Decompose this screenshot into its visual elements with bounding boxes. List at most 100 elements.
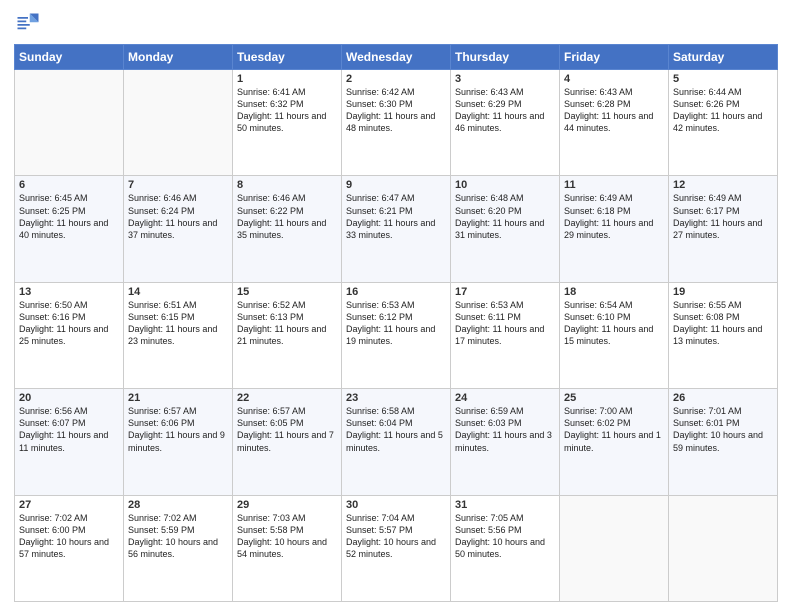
calendar-cell: 3Sunrise: 6:43 AM Sunset: 6:29 PM Daylig…: [451, 70, 560, 176]
cell-content: Sunrise: 6:48 AM Sunset: 6:20 PM Dayligh…: [455, 192, 555, 241]
cell-content: Sunrise: 6:46 AM Sunset: 6:22 PM Dayligh…: [237, 192, 337, 241]
calendar-cell: [669, 495, 778, 601]
day-number: 9: [346, 179, 446, 191]
calendar-cell: 23Sunrise: 6:58 AM Sunset: 6:04 PM Dayli…: [342, 389, 451, 495]
cell-content: Sunrise: 7:03 AM Sunset: 5:58 PM Dayligh…: [237, 512, 337, 561]
day-number: 7: [128, 179, 228, 191]
day-number: 28: [128, 499, 228, 511]
day-number: 12: [673, 179, 773, 191]
calendar-cell: 29Sunrise: 7:03 AM Sunset: 5:58 PM Dayli…: [233, 495, 342, 601]
week-row-4: 20Sunrise: 6:56 AM Sunset: 6:07 PM Dayli…: [15, 389, 778, 495]
calendar-cell: 22Sunrise: 6:57 AM Sunset: 6:05 PM Dayli…: [233, 389, 342, 495]
week-row-1: 1Sunrise: 6:41 AM Sunset: 6:32 PM Daylig…: [15, 70, 778, 176]
calendar-cell: 18Sunrise: 6:54 AM Sunset: 6:10 PM Dayli…: [560, 282, 669, 388]
day-number: 2: [346, 73, 446, 85]
calendar-table: SundayMondayTuesdayWednesdayThursdayFrid…: [14, 44, 778, 602]
day-number: 6: [19, 179, 119, 191]
day-number: 19: [673, 286, 773, 298]
calendar-cell: 4Sunrise: 6:43 AM Sunset: 6:28 PM Daylig…: [560, 70, 669, 176]
calendar-cell: 7Sunrise: 6:46 AM Sunset: 6:24 PM Daylig…: [124, 176, 233, 282]
day-number: 27: [19, 499, 119, 511]
day-number: 25: [564, 392, 664, 404]
calendar-body: 1Sunrise: 6:41 AM Sunset: 6:32 PM Daylig…: [15, 70, 778, 602]
cell-content: Sunrise: 6:54 AM Sunset: 6:10 PM Dayligh…: [564, 299, 664, 348]
day-number: 23: [346, 392, 446, 404]
day-number: 31: [455, 499, 555, 511]
header-cell-tuesday: Tuesday: [233, 45, 342, 70]
day-number: 26: [673, 392, 773, 404]
logo: [14, 10, 45, 38]
header-cell-saturday: Saturday: [669, 45, 778, 70]
cell-content: Sunrise: 6:49 AM Sunset: 6:17 PM Dayligh…: [673, 192, 773, 241]
cell-content: Sunrise: 6:53 AM Sunset: 6:12 PM Dayligh…: [346, 299, 446, 348]
week-row-2: 6Sunrise: 6:45 AM Sunset: 6:25 PM Daylig…: [15, 176, 778, 282]
day-number: 14: [128, 286, 228, 298]
calendar-cell: 24Sunrise: 6:59 AM Sunset: 6:03 PM Dayli…: [451, 389, 560, 495]
header-cell-wednesday: Wednesday: [342, 45, 451, 70]
calendar-cell: 15Sunrise: 6:52 AM Sunset: 6:13 PM Dayli…: [233, 282, 342, 388]
calendar-cell: 1Sunrise: 6:41 AM Sunset: 6:32 PM Daylig…: [233, 70, 342, 176]
calendar-cell: 13Sunrise: 6:50 AM Sunset: 6:16 PM Dayli…: [15, 282, 124, 388]
header-row: SundayMondayTuesdayWednesdayThursdayFrid…: [15, 45, 778, 70]
day-number: 10: [455, 179, 555, 191]
calendar-cell: 21Sunrise: 6:57 AM Sunset: 6:06 PM Dayli…: [124, 389, 233, 495]
day-number: 4: [564, 73, 664, 85]
cell-content: Sunrise: 6:47 AM Sunset: 6:21 PM Dayligh…: [346, 192, 446, 241]
day-number: 21: [128, 392, 228, 404]
calendar-cell: 26Sunrise: 7:01 AM Sunset: 6:01 PM Dayli…: [669, 389, 778, 495]
cell-content: Sunrise: 6:41 AM Sunset: 6:32 PM Dayligh…: [237, 86, 337, 135]
calendar-header: SundayMondayTuesdayWednesdayThursdayFrid…: [15, 45, 778, 70]
day-number: 15: [237, 286, 337, 298]
cell-content: Sunrise: 7:05 AM Sunset: 5:56 PM Dayligh…: [455, 512, 555, 561]
cell-content: Sunrise: 6:42 AM Sunset: 6:30 PM Dayligh…: [346, 86, 446, 135]
calendar-cell: 6Sunrise: 6:45 AM Sunset: 6:25 PM Daylig…: [15, 176, 124, 282]
cell-content: Sunrise: 6:53 AM Sunset: 6:11 PM Dayligh…: [455, 299, 555, 348]
day-number: 18: [564, 286, 664, 298]
calendar-cell: 30Sunrise: 7:04 AM Sunset: 5:57 PM Dayli…: [342, 495, 451, 601]
cell-content: Sunrise: 6:58 AM Sunset: 6:04 PM Dayligh…: [346, 405, 446, 454]
day-number: 17: [455, 286, 555, 298]
calendar-cell: 14Sunrise: 6:51 AM Sunset: 6:15 PM Dayli…: [124, 282, 233, 388]
header-cell-friday: Friday: [560, 45, 669, 70]
cell-content: Sunrise: 6:57 AM Sunset: 6:06 PM Dayligh…: [128, 405, 228, 454]
calendar-cell: 12Sunrise: 6:49 AM Sunset: 6:17 PM Dayli…: [669, 176, 778, 282]
calendar-cell: 10Sunrise: 6:48 AM Sunset: 6:20 PM Dayli…: [451, 176, 560, 282]
calendar-cell: 19Sunrise: 6:55 AM Sunset: 6:08 PM Dayli…: [669, 282, 778, 388]
cell-content: Sunrise: 7:00 AM Sunset: 6:02 PM Dayligh…: [564, 405, 664, 454]
calendar-cell: [124, 70, 233, 176]
day-number: 13: [19, 286, 119, 298]
calendar-cell: 31Sunrise: 7:05 AM Sunset: 5:56 PM Dayli…: [451, 495, 560, 601]
day-number: 30: [346, 499, 446, 511]
cell-content: Sunrise: 7:02 AM Sunset: 5:59 PM Dayligh…: [128, 512, 228, 561]
header-cell-monday: Monday: [124, 45, 233, 70]
day-number: 24: [455, 392, 555, 404]
header-cell-thursday: Thursday: [451, 45, 560, 70]
calendar-cell: 16Sunrise: 6:53 AM Sunset: 6:12 PM Dayli…: [342, 282, 451, 388]
cell-content: Sunrise: 7:02 AM Sunset: 6:00 PM Dayligh…: [19, 512, 119, 561]
cell-content: Sunrise: 6:43 AM Sunset: 6:29 PM Dayligh…: [455, 86, 555, 135]
calendar-cell: 20Sunrise: 6:56 AM Sunset: 6:07 PM Dayli…: [15, 389, 124, 495]
cell-content: Sunrise: 6:52 AM Sunset: 6:13 PM Dayligh…: [237, 299, 337, 348]
week-row-5: 27Sunrise: 7:02 AM Sunset: 6:00 PM Dayli…: [15, 495, 778, 601]
calendar-cell: 9Sunrise: 6:47 AM Sunset: 6:21 PM Daylig…: [342, 176, 451, 282]
cell-content: Sunrise: 6:55 AM Sunset: 6:08 PM Dayligh…: [673, 299, 773, 348]
cell-content: Sunrise: 6:56 AM Sunset: 6:07 PM Dayligh…: [19, 405, 119, 454]
cell-content: Sunrise: 6:49 AM Sunset: 6:18 PM Dayligh…: [564, 192, 664, 241]
cell-content: Sunrise: 6:50 AM Sunset: 6:16 PM Dayligh…: [19, 299, 119, 348]
day-number: 11: [564, 179, 664, 191]
calendar-cell: 17Sunrise: 6:53 AM Sunset: 6:11 PM Dayli…: [451, 282, 560, 388]
calendar-cell: [15, 70, 124, 176]
calendar-cell: 8Sunrise: 6:46 AM Sunset: 6:22 PM Daylig…: [233, 176, 342, 282]
calendar-cell: 27Sunrise: 7:02 AM Sunset: 6:00 PM Dayli…: [15, 495, 124, 601]
calendar-cell: 5Sunrise: 6:44 AM Sunset: 6:26 PM Daylig…: [669, 70, 778, 176]
cell-content: Sunrise: 7:04 AM Sunset: 5:57 PM Dayligh…: [346, 512, 446, 561]
calendar-cell: 11Sunrise: 6:49 AM Sunset: 6:18 PM Dayli…: [560, 176, 669, 282]
day-number: 20: [19, 392, 119, 404]
calendar-cell: 28Sunrise: 7:02 AM Sunset: 5:59 PM Dayli…: [124, 495, 233, 601]
page: SundayMondayTuesdayWednesdayThursdayFrid…: [0, 0, 792, 612]
cell-content: Sunrise: 6:43 AM Sunset: 6:28 PM Dayligh…: [564, 86, 664, 135]
cell-content: Sunrise: 7:01 AM Sunset: 6:01 PM Dayligh…: [673, 405, 773, 454]
cell-content: Sunrise: 6:46 AM Sunset: 6:24 PM Dayligh…: [128, 192, 228, 241]
day-number: 22: [237, 392, 337, 404]
day-number: 5: [673, 73, 773, 85]
